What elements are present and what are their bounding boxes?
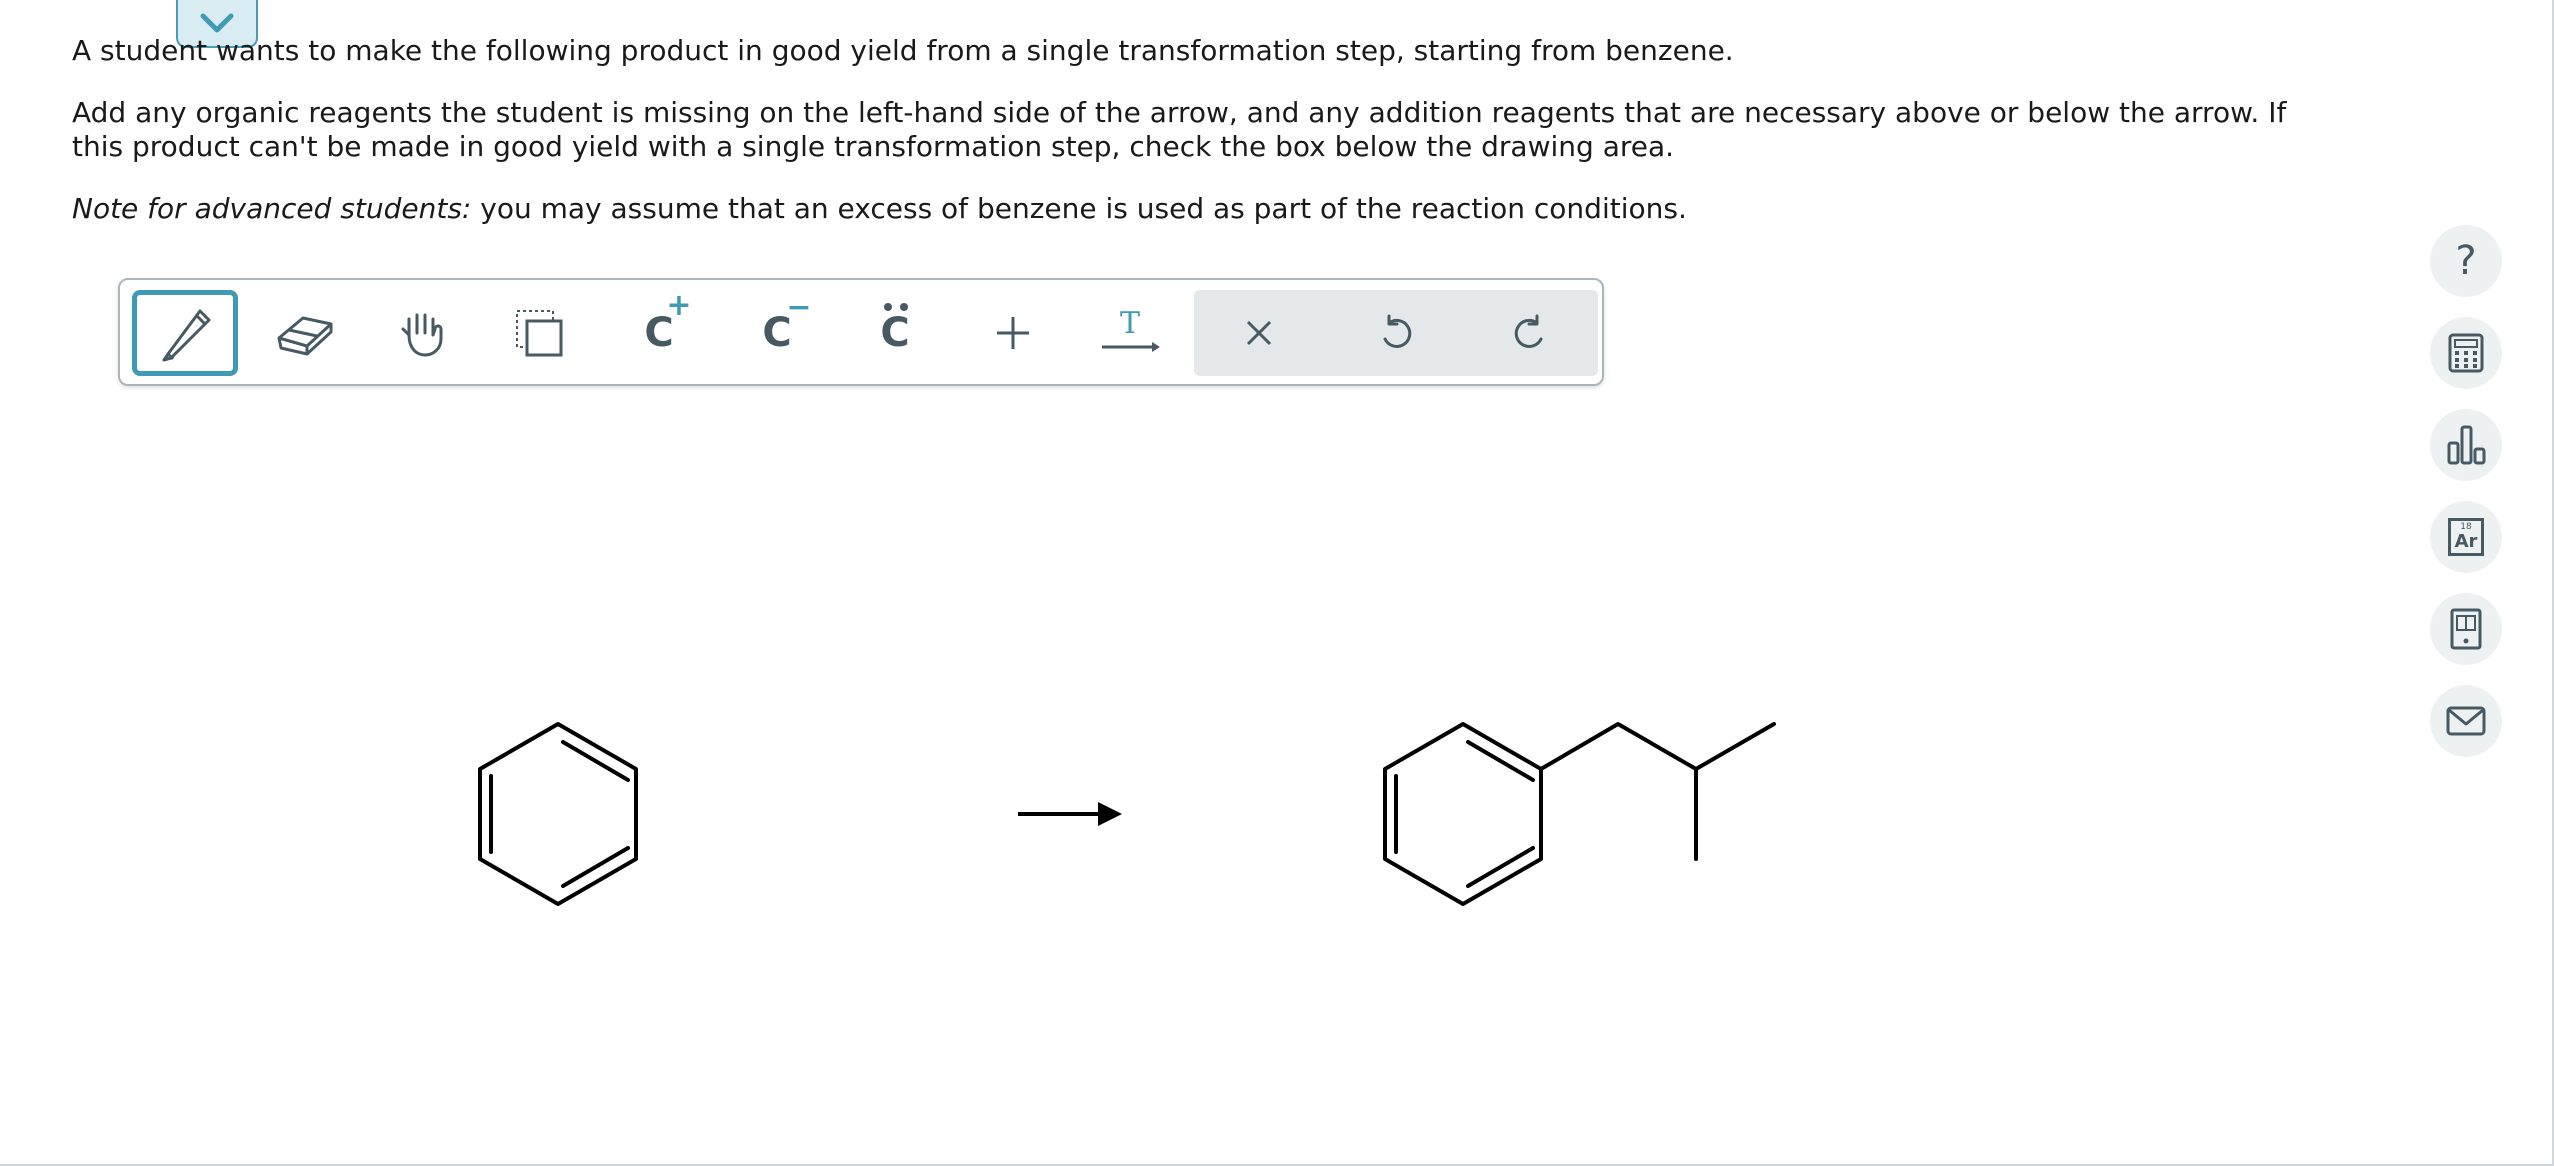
- positive-charge-icon: C +: [644, 288, 692, 356]
- text-arrow-icon: T: [1102, 306, 1160, 352]
- eraser-icon: [277, 316, 333, 356]
- positive-charge-tool-button[interactable]: C +: [606, 288, 712, 376]
- hand-icon: [401, 313, 443, 357]
- question-paragraph-2: Add any organic reagents the student is …: [72, 96, 2287, 163]
- text-tool-letter: T: [1120, 306, 1140, 341]
- textbook-button[interactable]: [2430, 593, 2502, 665]
- lone-pair-tool-button[interactable]: C: [842, 290, 948, 376]
- edit-actions-group: [1194, 290, 1598, 376]
- redo-icon: [1514, 314, 1543, 348]
- periodic-table-icon: 18 Ar: [2448, 518, 2484, 556]
- negative-charge-icon: C −: [762, 290, 812, 356]
- textbook-icon: [2450, 608, 2482, 650]
- lone-pair-icon: C: [880, 303, 910, 356]
- plus-tool-button[interactable]: [960, 290, 1066, 376]
- chart-button[interactable]: [2430, 409, 2502, 481]
- plus-icon: [997, 317, 1029, 349]
- redo-button[interactable]: [1478, 290, 1584, 376]
- periodic-table-button[interactable]: 18 Ar: [2430, 501, 2502, 573]
- note-label: Note for advanced students:: [72, 192, 472, 225]
- clear-icon: [1246, 320, 1272, 346]
- drawing-toolbar: C + C − C T: [118, 278, 1604, 386]
- clear-button[interactable]: [1206, 290, 1312, 376]
- mail-button[interactable]: [2430, 685, 2502, 757]
- note-text: you may assume that an excess of benzene…: [471, 192, 1687, 225]
- periodic-symbol: Ar: [2454, 530, 2478, 552]
- calculator-button[interactable]: [2430, 317, 2502, 389]
- undo-icon: [1383, 314, 1412, 348]
- select-icon: [516, 310, 563, 357]
- isobutylbenzene-product[interactable]: [1383, 722, 1776, 906]
- question-paragraph-1: A student wants to make the following pr…: [72, 34, 1734, 67]
- select-tool-button[interactable]: [486, 290, 592, 376]
- undo-button[interactable]: [1342, 290, 1448, 376]
- pencil-icon: [162, 309, 211, 362]
- chart-icon: [2447, 425, 2486, 465]
- text-arrow-tool-button[interactable]: T: [1076, 290, 1182, 376]
- eraser-tool-button[interactable]: [252, 290, 358, 376]
- reaction-arrow[interactable]: [1018, 802, 1122, 826]
- help-icon: ?: [2455, 238, 2477, 284]
- calculator-icon: [2448, 333, 2484, 373]
- hand-tool-button[interactable]: [370, 290, 476, 376]
- help-button[interactable]: ?: [2430, 225, 2502, 297]
- negative-charge-tool-button[interactable]: C −: [724, 290, 830, 376]
- question-note: Note for advanced students: you may assu…: [72, 192, 2372, 226]
- question-text: A student wants to make the following pr…: [72, 34, 2372, 254]
- benzene-reactant[interactable]: [478, 722, 638, 906]
- pencil-tool-button[interactable]: [132, 290, 238, 376]
- lone-pair-dots: [884, 303, 909, 311]
- mail-icon: [2446, 706, 2486, 736]
- chevron-down-icon: [200, 13, 234, 33]
